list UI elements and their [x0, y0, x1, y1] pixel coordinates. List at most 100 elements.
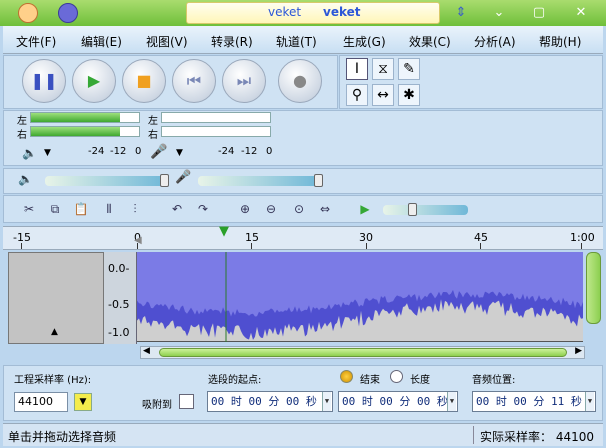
- headphones-icon: [58, 3, 78, 23]
- end-radio[interactable]: [340, 370, 353, 383]
- ruler-tick: [366, 243, 367, 249]
- waveform-svg: [137, 252, 583, 342]
- waveform-area[interactable]: [137, 252, 583, 342]
- record-icon: ●: [293, 71, 307, 90]
- audio-position-time[interactable]: 00 时 00 分 11 秒 ▼: [472, 391, 596, 412]
- skip-end-button[interactable]: ⏭: [222, 59, 266, 103]
- actual-rate: 实际采样率： 44100: [480, 430, 594, 444]
- menu-tracks[interactable]: 轨道(T): [276, 33, 317, 50]
- output-volume-thumb[interactable]: [160, 174, 169, 187]
- copy-icon[interactable]: ⧉: [44, 198, 66, 220]
- input-volume-thumb[interactable]: [314, 174, 323, 187]
- selection-start-time[interactable]: 00 时 00 分 00 秒 ▼: [207, 391, 333, 412]
- draw-tool[interactable]: ✎: [398, 58, 420, 80]
- minimize-icon[interactable]: ⌄: [490, 4, 508, 22]
- scale-label: 0.0-: [108, 262, 130, 275]
- tick-label: 45: [474, 231, 488, 244]
- app-logo-icon: [18, 3, 38, 23]
- title-area: [186, 2, 440, 24]
- play-left-label: 左: [17, 116, 27, 127]
- rec-scale-24: -24: [218, 146, 235, 157]
- fit-project-icon[interactable]: ⇔: [314, 198, 336, 220]
- selection-start-label: 选段的起点:: [208, 375, 262, 386]
- trim-icon[interactable]: ⫴: [98, 198, 120, 220]
- menu-help[interactable]: 帮助(H): [539, 33, 581, 50]
- skip-start-icon: ⏮: [186, 71, 202, 90]
- menu-generate[interactable]: 生成(G): [343, 33, 386, 50]
- window-title: veket: [268, 5, 302, 19]
- length-radio[interactable]: [390, 370, 403, 383]
- snap-to-label: 吸附到: [142, 400, 172, 411]
- close-icon[interactable]: ✕: [572, 4, 590, 22]
- zoom-out-icon[interactable]: ⊖: [260, 198, 282, 220]
- track-vertical-scroll[interactable]: [586, 252, 601, 324]
- menu-effect[interactable]: 效果(C): [409, 33, 451, 50]
- track-control-panel[interactable]: ▲: [8, 252, 104, 344]
- audio-position-value: 00 时 00 分 11 秒: [476, 395, 582, 408]
- selection-end-time[interactable]: 00 时 00 分 00 秒 ▼: [338, 391, 458, 412]
- scroll-left-icon[interactable]: ◀: [143, 346, 150, 356]
- redo-icon[interactable]: ↷: [192, 198, 214, 220]
- skip-end-icon: ⏭: [236, 71, 252, 90]
- snap-to-checkbox[interactable]: [179, 394, 194, 409]
- dropdown-icon[interactable]: ▼: [447, 392, 456, 411]
- horizontal-scroll-thumb[interactable]: [159, 348, 567, 357]
- record-button[interactable]: ●: [278, 59, 322, 103]
- rec-meter-right: [161, 126, 271, 137]
- play-speed-slider[interactable]: [383, 205, 468, 215]
- menu-file[interactable]: 文件(F): [16, 33, 56, 50]
- menu-analyze[interactable]: 分析(A): [474, 33, 516, 50]
- stop-button[interactable]: ■: [122, 59, 166, 103]
- selection-start-value: 00 时 00 分 00 秒: [211, 395, 317, 408]
- end-label: 结束: [360, 375, 380, 386]
- microphone-icon[interactable]: 🎤: [150, 144, 167, 160]
- ruler-tick: [480, 243, 481, 249]
- menu-view[interactable]: 视图(V): [146, 33, 188, 50]
- collapse-track-icon[interactable]: ▲: [51, 327, 58, 337]
- pause-icon: ❚❚: [30, 71, 58, 90]
- play-scale-24: -24: [88, 146, 105, 157]
- silence-icon[interactable]: ⫶: [124, 198, 146, 220]
- menu-edit[interactable]: 编辑(E): [81, 33, 122, 50]
- rec-right-label: 右: [148, 130, 158, 141]
- play-speed-thumb[interactable]: [408, 203, 417, 216]
- play-right-label: 右: [17, 130, 27, 141]
- shade-icon[interactable]: ⇕: [452, 4, 470, 22]
- cut-icon[interactable]: ✂: [18, 198, 40, 220]
- play-scale-12: -12: [110, 146, 127, 157]
- play-at-speed-icon[interactable]: ▶: [354, 198, 376, 220]
- undo-icon[interactable]: ↶: [166, 198, 188, 220]
- multi-tool[interactable]: ✱: [398, 84, 420, 106]
- dropdown-icon[interactable]: ▼: [585, 392, 594, 411]
- maximize-icon[interactable]: ▢: [530, 4, 548, 22]
- status-bar: 单击并拖动选择音频 实际采样率： 44100: [3, 423, 603, 446]
- play-button[interactable]: ▶: [72, 59, 116, 103]
- horizontal-scrollbar[interactable]: ◀ ▶: [140, 346, 585, 359]
- rec-meter-dropdown-icon[interactable]: ▼: [176, 148, 183, 158]
- pause-button[interactable]: ❚❚: [22, 59, 66, 103]
- play-icon: ▶: [87, 71, 101, 90]
- dropdown-icon[interactable]: ▼: [322, 392, 331, 411]
- tick-label: 1:00: [570, 231, 595, 244]
- input-volume-slider[interactable]: [198, 176, 318, 186]
- timeshift-tool[interactable]: ↔: [372, 84, 394, 106]
- play-meter-dropdown-icon[interactable]: ▼: [44, 148, 51, 158]
- scale-label: -0.5: [108, 298, 130, 311]
- play-meter-left: [30, 112, 140, 123]
- zoom-in-icon[interactable]: ⊕: [234, 198, 256, 220]
- rec-scale-0: 0: [266, 146, 273, 157]
- select-tool[interactable]: I: [346, 58, 368, 80]
- project-rate-dropdown-button[interactable]: ▼: [74, 393, 92, 411]
- envelope-tool[interactable]: ⧖: [372, 58, 394, 80]
- skip-start-button[interactable]: ⏮: [172, 59, 216, 103]
- scroll-right-icon[interactable]: ▶: [575, 346, 582, 356]
- menu-transcribe[interactable]: 转录(R): [211, 33, 253, 50]
- timeline-ruler[interactable]: -15 0 15 30 45 1:00 ▼ ◀: [3, 224, 603, 250]
- zoom-tool[interactable]: ⚲: [346, 84, 368, 106]
- project-rate-input[interactable]: 44100: [14, 392, 68, 412]
- waveform-shape: [137, 252, 583, 340]
- fit-selection-icon[interactable]: ⊙: [288, 198, 310, 220]
- paste-icon[interactable]: 📋: [70, 198, 92, 220]
- output-volume-slider[interactable]: [45, 176, 165, 186]
- speaker-icon[interactable]: 🔈: [22, 146, 37, 160]
